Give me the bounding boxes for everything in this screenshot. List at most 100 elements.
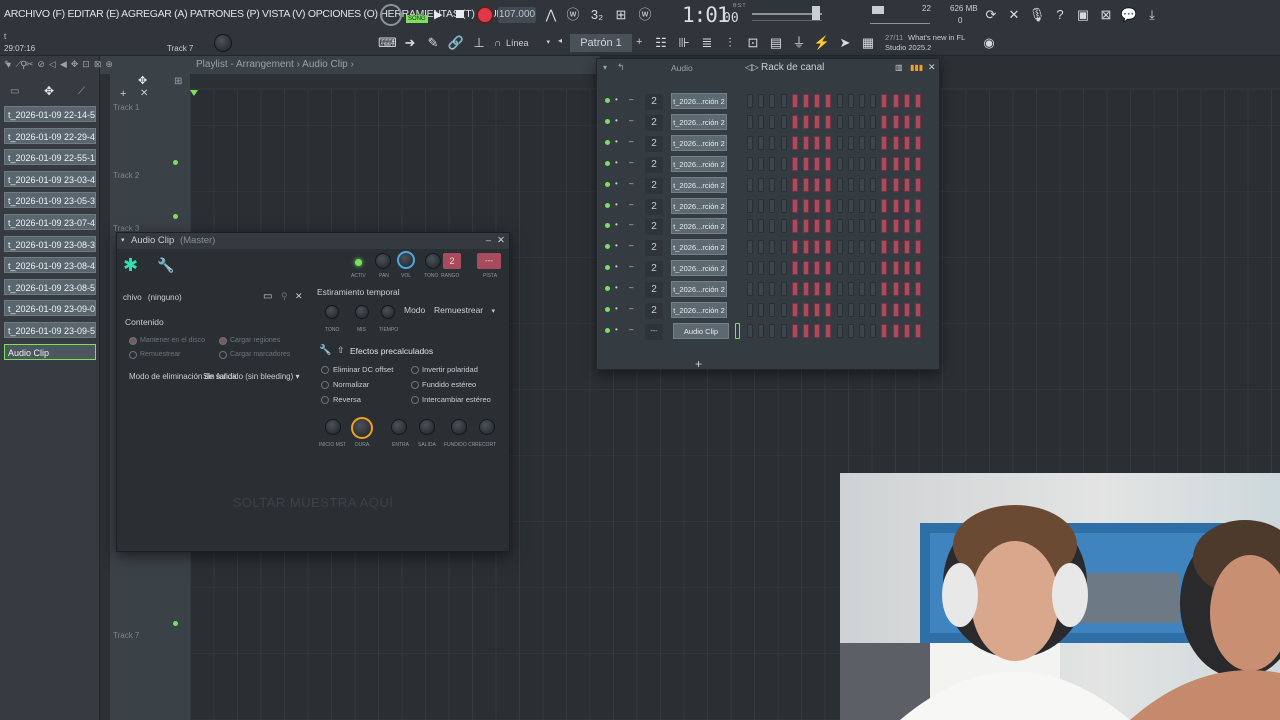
stop-icon[interactable] [456,10,464,18]
remove-mode-select[interactable]: Sin fundido (sin bleeding) ▾ [203,372,300,381]
channel-pan-knob[interactable]: • [615,262,618,271]
channel-led[interactable] [605,202,610,208]
step-button[interactable] [859,323,865,338]
files-icon[interactable]: ▤ [767,34,785,52]
browser-clip-item[interactable]: t_2026-01-09 23-05-32... [4,192,96,209]
channel-name-button[interactable]: t_2026...rción 2 [671,134,727,151]
channel-led[interactable] [605,160,610,166]
playlist-add-icon[interactable]: + [120,88,126,100]
step-button[interactable] [825,303,832,317]
step-button[interactable] [859,177,865,192]
step-edit-icon[interactable]: ⊞ [612,6,630,24]
step-button[interactable] [803,303,809,317]
browser-clip-item[interactable]: t_2026-01-09 23-08-48... [4,257,96,274]
step-button[interactable] [747,323,753,338]
collapse-icon[interactable]: ▾ [121,233,125,249]
step-button[interactable] [836,219,843,234]
step-button[interactable] [747,198,753,213]
step-button[interactable] [870,323,877,338]
step-button[interactable] [825,156,832,171]
channel-route-number[interactable]: 2 [645,94,663,110]
pattern-prev-icon[interactable]: ◂ [558,36,562,45]
step-button[interactable] [769,219,776,234]
step-button[interactable] [791,135,798,150]
effect-radio[interactable] [411,381,419,389]
channel-route-number[interactable]: 2 [645,156,663,173]
browser-clip-item[interactable]: t_2026-01-09 22-29-43... [4,127,96,144]
track-label[interactable]: Track 7 [113,631,139,640]
channel-led[interactable] [605,139,610,145]
channel-select-indicator[interactable] [735,322,740,339]
channel-route-number[interactable]: 2 [645,261,663,278]
step-button[interactable] [791,303,798,317]
channel-name-button[interactable]: t_2026...rción 2 [671,239,727,256]
step-button[interactable] [915,219,921,234]
step-button[interactable] [758,135,765,150]
step-button[interactable] [791,94,798,108]
stamp-icon[interactable]: ⊥ [470,34,488,52]
step-button[interactable] [847,261,854,276]
step-button[interactable] [780,177,787,192]
step-button[interactable] [791,282,798,297]
channel-name-button[interactable]: t_2026...rción 2 [671,197,727,214]
step-button[interactable] [915,198,921,213]
browser-selected-clip[interactable]: Audio Clip [4,344,96,360]
record-button[interactable] [476,6,494,24]
chat-icon[interactable]: 💬 [1120,6,1138,24]
step-button[interactable] [881,156,888,171]
channel-route-number[interactable]: 2 [645,219,663,236]
plugin-icon[interactable]: ⊠ [1097,6,1115,24]
step-button[interactable] [870,114,877,129]
mixer-icon[interactable]: ⫶ [721,34,739,52]
channel-name-button[interactable]: t_2026...rción 2 [671,281,727,298]
channel-led[interactable] [605,98,610,103]
channel-led[interactable] [605,223,610,229]
step-button[interactable] [814,114,821,129]
channel-pan-knob[interactable]: • [615,325,618,334]
rack-close-icon[interactable]: ✕ [928,62,936,73]
step-button[interactable] [915,323,921,338]
step-button[interactable] [903,303,910,317]
load-regions-radio[interactable] [219,337,227,345]
step-button[interactable] [758,219,765,234]
step-button[interactable] [847,323,854,338]
track-value[interactable]: --- [477,253,501,269]
step-button[interactable] [780,219,787,234]
effect-radio[interactable] [321,396,329,404]
step-button[interactable] [780,261,787,276]
step-button[interactable] [814,94,821,108]
step-button[interactable] [903,282,910,297]
step-button[interactable] [836,282,843,297]
track-led[interactable] [173,621,178,626]
playhead-marker[interactable] [190,90,198,96]
step-button[interactable] [814,198,821,213]
step-button[interactable] [747,135,753,150]
browser-clip-item[interactable]: t_2026-01-09 23-03-41... [4,170,96,187]
step-button[interactable] [915,282,921,297]
step-button[interactable] [836,261,843,276]
activ-led[interactable] [355,259,362,266]
step-button[interactable] [791,177,798,192]
step-button[interactable] [803,114,809,129]
wrench-icon[interactable]: 🔧 [157,257,174,274]
rack-collapse-icon[interactable]: ▾ [603,63,607,72]
step-button[interactable] [870,198,877,213]
waveform-icon[interactable]: ✱ [123,255,138,276]
step-button[interactable] [769,177,776,192]
playlist-tools[interactable]: ✎⟋✂⊘◁◀✥⊡⊠⊕ [4,59,117,70]
step-button[interactable] [881,114,888,129]
step-button[interactable] [903,198,910,213]
step-button[interactable] [780,135,787,150]
tempo-display[interactable]: 107.000 [498,7,536,23]
precalc-wrench-icon[interactable]: 🔧 [319,345,331,356]
step-button[interactable] [814,240,821,255]
step-button[interactable] [747,177,753,192]
step-button[interactable] [747,303,753,317]
step-button[interactable] [836,135,843,150]
master-pitch-slider[interactable] [752,20,822,21]
channel-pan-knob[interactable]: • [615,200,618,209]
step-button[interactable] [758,323,765,338]
audio-clip-titlebar[interactable]: ▾ Audio Clip (Master) – ✕ [117,233,509,249]
step-button[interactable] [758,240,765,255]
step-button[interactable] [847,240,854,255]
